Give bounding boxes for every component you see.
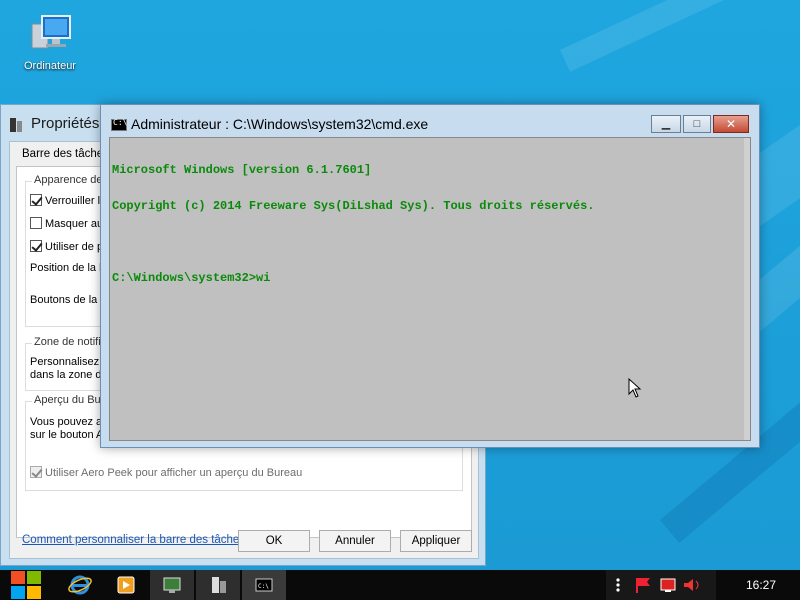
ok-button[interactable]: OK [238, 530, 310, 552]
cancel-button[interactable]: Annuler [319, 530, 391, 552]
start-button[interactable] [0, 570, 52, 600]
checkbox-label: Verrouiller la [45, 195, 107, 207]
console-scrollbar[interactable] [744, 138, 750, 440]
taskbar-network-window[interactable] [150, 570, 194, 600]
properties-icon [9, 117, 23, 133]
checkbox-label: Utiliser Aero Peek pour afficher un aper… [45, 467, 303, 479]
cmd-window: C:\ Administrateur : C:\Windows\system32… [100, 104, 760, 448]
notification-tray [606, 570, 716, 600]
taskbar-properties-window[interactable] [196, 570, 240, 600]
minimize-icon: ▁ [661, 118, 671, 130]
desktop-icon-label: Ordinateur [24, 60, 76, 72]
checkbox-label: Masquer au [45, 218, 104, 230]
console-output[interactable]: Microsoft Windows [version 6.1.7601] Cop… [109, 137, 751, 441]
cmd-icon: C:\ [111, 118, 127, 131]
clock[interactable]: 16:27 [722, 570, 800, 600]
notification-text: dans la zone de [30, 369, 108, 381]
media-player-icon [117, 576, 135, 594]
autohide-checkbox[interactable]: Masquer au [30, 217, 103, 230]
notification-text: Personnalisez l [30, 356, 105, 368]
display-icon[interactable] [660, 578, 676, 592]
peek-text: Vous pouvez a [30, 416, 103, 428]
taskbar: C:\ 16:27 [0, 570, 800, 600]
tab-taskbar[interactable]: Barre des tâches [22, 148, 109, 160]
console-line: Copyright (c) 2014 Freeware Sys(DiLshad … [112, 199, 595, 213]
close-icon: ✕ [725, 117, 737, 131]
help-link[interactable]: Comment personnaliser la barre des tâche… [22, 534, 255, 546]
notification-group-title: Zone de notific [32, 336, 109, 348]
appearance-group-title: Apparence de [32, 174, 105, 186]
maximize-icon: □ [693, 118, 701, 130]
desktop-icon-computer[interactable]: Ordinateur [14, 12, 86, 72]
checkbox-box [30, 240, 42, 252]
aero-peek-checkbox[interactable]: Utiliser Aero Peek pour afficher un aper… [30, 466, 302, 479]
console-prompt: C:\Windows\system32>wi [112, 271, 271, 285]
dialog-title: Propriétés [31, 115, 100, 132]
cmd-title: Administrateur : C:\Windows\system32\cmd… [131, 116, 429, 132]
windows-logo-icon [11, 571, 41, 599]
cmd-window-icon: C:\ [255, 578, 273, 592]
more-icon[interactable] [616, 578, 620, 592]
taskbar-cmd-window[interactable]: C:\ [242, 570, 286, 600]
internet-explorer-icon [68, 575, 92, 595]
checkbox-box [30, 466, 42, 478]
close-button[interactable]: ✕ [713, 115, 749, 133]
lock-taskbar-checkbox[interactable]: Verrouiller la [30, 194, 106, 207]
maximize-button[interactable]: □ [683, 115, 711, 133]
taskbar-internet-explorer[interactable] [58, 570, 102, 600]
small-icons-checkbox[interactable]: Utiliser de pe [30, 240, 109, 253]
wallpaper-streak [560, 0, 800, 72]
computer-icon [26, 12, 74, 56]
peek-text: sur le bouton A [30, 429, 104, 441]
minimize-button[interactable]: ▁ [651, 115, 681, 133]
buttons-label: Boutons de la b [30, 294, 107, 306]
checkbox-box [30, 194, 42, 206]
cmd-titlebar[interactable]: C:\ Administrateur : C:\Windows\system32… [101, 105, 759, 137]
taskbar-media-player[interactable] [104, 570, 148, 600]
console-line: Microsoft Windows [version 6.1.7601] [112, 163, 372, 177]
apply-button[interactable]: Appliquer [400, 530, 472, 552]
volume-icon[interactable] [684, 579, 699, 591]
mouse-cursor-icon [628, 377, 642, 398]
network-window-icon [163, 577, 181, 593]
checkbox-box [30, 217, 42, 229]
flag-icon[interactable] [636, 578, 650, 593]
properties-window-icon [212, 577, 226, 593]
svg-text:C:\: C:\ [258, 583, 269, 590]
